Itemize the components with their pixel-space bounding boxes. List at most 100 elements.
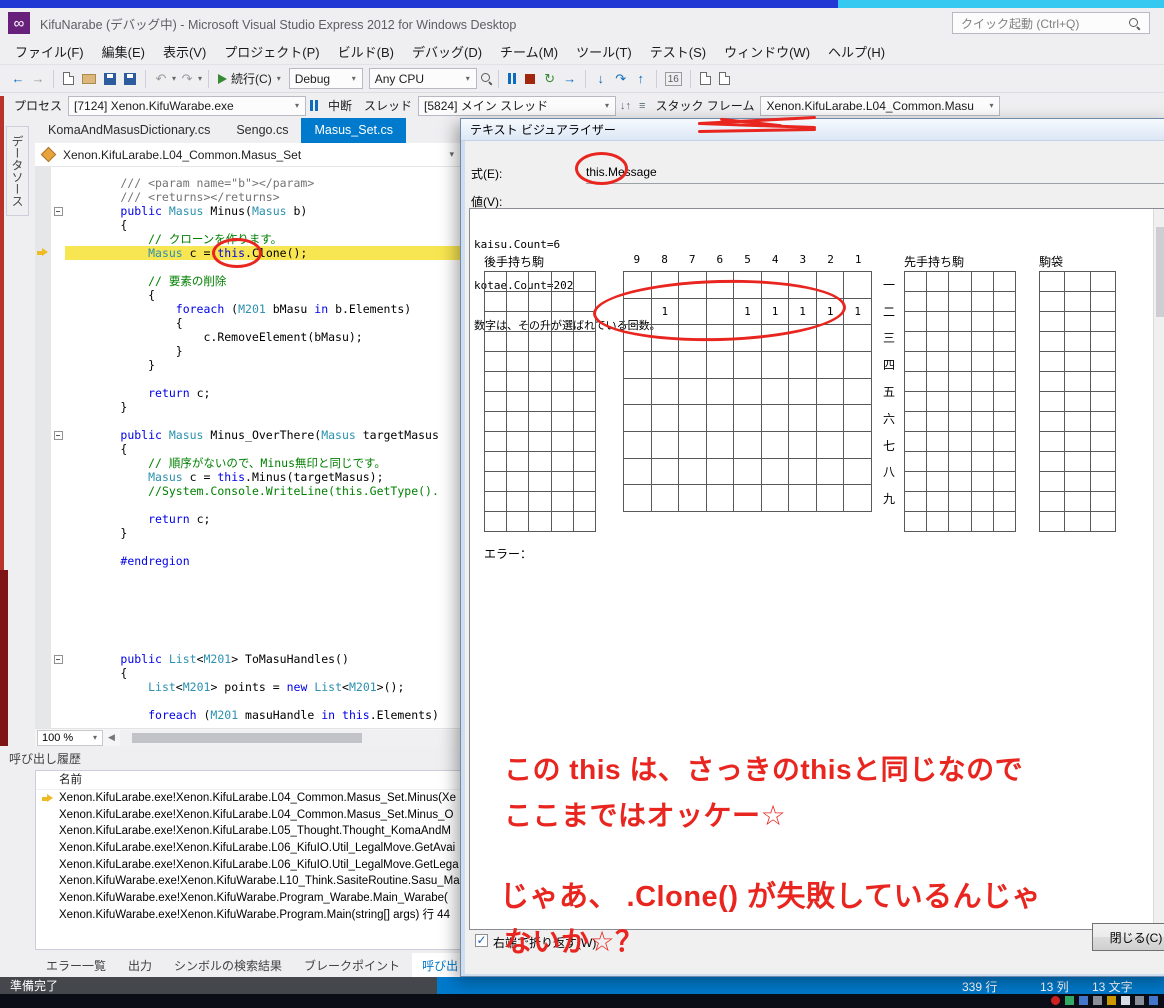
continue-button[interactable]: 続行(C) ▾ [214, 70, 286, 87]
breakpoint-margin[interactable] [35, 666, 51, 680]
output-window-icon[interactable] [699, 72, 711, 85]
redo-dropdown-icon[interactable]: ▾ [198, 74, 202, 83]
restart-icon[interactable]: ↻ [541, 71, 559, 87]
breakpoint-margin[interactable] [35, 624, 51, 638]
save-all-icon[interactable] [124, 72, 136, 85]
new-file-icon[interactable] [63, 72, 74, 85]
menu-item[interactable]: プロジェクト(P) [215, 38, 328, 65]
breakpoint-margin[interactable] [35, 344, 51, 358]
breakpoint-margin[interactable] [35, 246, 51, 260]
breakpoint-margin[interactable] [35, 470, 51, 484]
wrap-checkbox[interactable] [475, 934, 488, 947]
tool-window-tab[interactable]: 出力 [118, 953, 162, 978]
hex-display-icon[interactable]: 16 [664, 71, 682, 86]
configuration-select[interactable]: Debug ▾ [288, 68, 363, 89]
tool-window-tab[interactable]: ブレークポイント [294, 953, 410, 978]
breakpoint-margin[interactable] [35, 540, 51, 554]
find-icon[interactable] [480, 72, 493, 85]
fold-marker-icon[interactable]: − [53, 206, 63, 216]
editor-tab[interactable]: Sengo.cs [223, 118, 301, 143]
breakpoint-margin[interactable] [35, 414, 51, 428]
break-all-icon[interactable] [507, 73, 516, 84]
fold-marker-icon[interactable]: − [53, 430, 63, 440]
tray-icon[interactable] [1149, 996, 1158, 1005]
undo-dropdown-icon[interactable]: ▾ [172, 74, 176, 83]
undo-icon[interactable]: ↶ [152, 71, 170, 87]
breakpoint-margin[interactable] [35, 526, 51, 540]
breakpoint-margin[interactable] [35, 582, 51, 596]
vertical-scrollbar[interactable] [1153, 209, 1164, 929]
menu-item[interactable]: テスト(S) [641, 38, 715, 65]
fold-marker-icon[interactable]: − [53, 654, 63, 664]
breakpoint-margin[interactable] [35, 400, 51, 414]
tray-icon[interactable] [1079, 996, 1088, 1005]
show-next-statement-icon[interactable]: → [561, 71, 579, 86]
redo-icon[interactable]: ↷ [178, 71, 196, 87]
breakpoint-margin[interactable] [35, 260, 51, 274]
stack-frame-select[interactable]: Xenon.KifuLarabe.L04_Common.Masu ▾ [760, 95, 1001, 116]
menu-item[interactable]: ビルド(B) [329, 38, 403, 65]
breakpoint-margin[interactable] [35, 568, 51, 582]
thread-select[interactable]: [5824] メイン スレッド ▾ [418, 95, 617, 116]
tool-window-tab[interactable]: シンボルの検索結果 [164, 953, 292, 978]
tool-window-tab[interactable]: エラー一覧 [36, 953, 116, 978]
scrollbar-thumb[interactable] [132, 732, 362, 743]
ime-icon[interactable] [1107, 996, 1116, 1005]
breakpoint-margin[interactable] [35, 638, 51, 652]
menu-item[interactable]: ツール(T) [567, 38, 641, 65]
breakpoint-margin[interactable] [35, 652, 51, 666]
editor-tab[interactable]: Masus_Set.cs [301, 118, 406, 143]
breakpoint-margin[interactable] [35, 512, 51, 526]
breakpoint-margin[interactable] [35, 316, 51, 330]
menu-item[interactable]: 編集(E) [93, 38, 154, 65]
breakpoint-margin[interactable] [35, 680, 51, 694]
close-button[interactable]: 閉じる(C) [1092, 923, 1164, 951]
step-over-icon[interactable]: ↷ [612, 71, 630, 87]
tray-record-icon[interactable] [1051, 996, 1060, 1005]
open-file-icon[interactable] [82, 73, 96, 84]
thread-navigation-icon[interactable]: ↓↑ [620, 100, 631, 112]
tray-icon[interactable] [1093, 996, 1102, 1005]
tray-icon[interactable] [1135, 996, 1144, 1005]
breakpoint-margin[interactable] [35, 358, 51, 372]
platform-select[interactable]: Any CPU ▾ [368, 68, 477, 89]
stop-debugging-icon[interactable] [524, 73, 535, 84]
breakpoint-margin[interactable] [35, 302, 51, 316]
breakpoint-margin[interactable] [35, 456, 51, 470]
breakpoint-margin[interactable] [35, 232, 51, 246]
breakpoint-margin[interactable] [35, 694, 51, 708]
quick-launch-input[interactable]: クイック起動 (Ctrl+Q) [952, 12, 1150, 34]
step-out-icon[interactable]: ↑ [632, 71, 650, 86]
breakpoint-margin[interactable] [35, 428, 51, 442]
editor-tab[interactable]: KomaAndMasusDictionary.cs [35, 118, 223, 143]
breakpoint-margin[interactable] [35, 596, 51, 610]
breakpoint-margin[interactable] [35, 274, 51, 288]
breakpoint-margin[interactable] [35, 330, 51, 344]
menu-item[interactable]: ウィンドウ(W) [715, 38, 819, 65]
menu-item[interactable]: チーム(M) [491, 38, 567, 65]
navigate-back-icon[interactable]: ← [9, 71, 27, 86]
breakpoint-margin[interactable] [35, 372, 51, 386]
menu-item[interactable]: 表示(V) [154, 38, 215, 65]
tray-icon[interactable] [1121, 996, 1130, 1005]
break-icon[interactable] [310, 100, 319, 111]
breakpoint-margin[interactable] [35, 708, 51, 722]
breakpoints-window-icon[interactable] [718, 72, 730, 85]
breakpoint-margin[interactable] [35, 484, 51, 498]
breakpoint-margin[interactable] [35, 386, 51, 400]
breakpoint-margin[interactable] [35, 554, 51, 568]
chevron-down-icon[interactable]: ▾ [449, 149, 454, 160]
zoom-select[interactable]: 100 % ▾ [37, 729, 103, 746]
breakpoint-margin[interactable] [35, 442, 51, 456]
tray-icon[interactable] [1065, 996, 1074, 1005]
menu-item[interactable]: ファイル(F) [6, 38, 93, 65]
navigate-forward-icon[interactable]: → [29, 71, 47, 86]
scroll-left-icon[interactable]: ◀ [103, 732, 120, 743]
data-sources-tab[interactable]: データソース [6, 126, 29, 216]
breakpoint-margin[interactable] [35, 204, 51, 218]
process-select[interactable]: [7124] Xenon.KifuWarabe.exe ▾ [68, 95, 307, 116]
step-into-icon[interactable]: ↓ [592, 71, 610, 86]
menu-item[interactable]: デバッグ(D) [403, 38, 491, 65]
breakpoint-margin[interactable] [35, 190, 51, 204]
breakpoint-margin[interactable] [35, 610, 51, 624]
